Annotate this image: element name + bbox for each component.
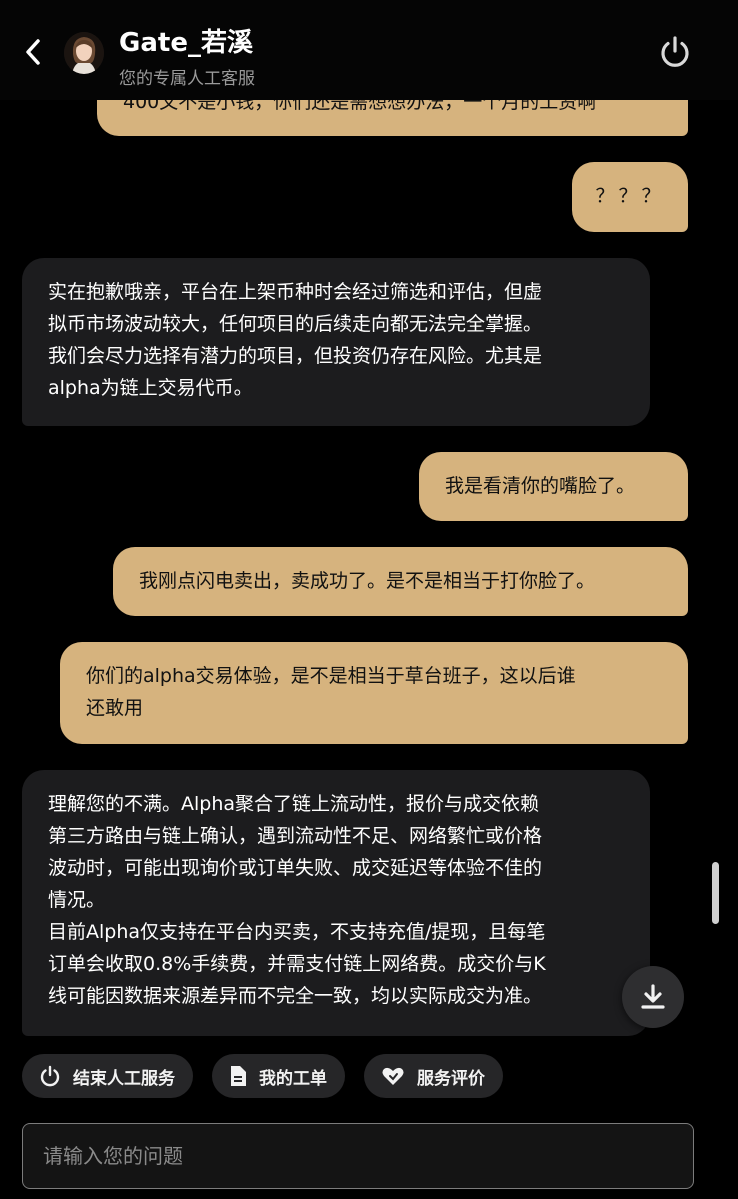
power-icon [661,36,689,67]
message-line: alpha为链上交易代币。 [48,377,253,399]
power-icon [40,1065,60,1087]
power-button[interactable] [655,32,695,72]
scrollbar-thumb[interactable] [712,862,719,924]
message-line: 目前Alpha仅支持在平台内买卖，不支持充值/提现，且每笔 [48,921,546,943]
message-line: 实在抱歉哦亲，平台在上架币种时会经过筛选和评估，但虚 [48,281,543,303]
message-line: 订单会收取0.8%手续费，并需支付链上网络费。成交价与K [48,953,546,975]
download-button[interactable] [622,966,684,1028]
message-line: 线可能因数据来源差异而不完全一致，均以实际成交为准。 [48,985,543,1007]
rate-service-button[interactable]: 服务评价 [364,1054,503,1098]
chat-header: Gate_若溪 您的专属人工客服 [0,0,738,100]
user-message: 你们的alpha交易体验，是不是相当于草台班子，这以后谁 还敢用 [60,642,688,744]
my-tickets-button[interactable]: 我的工单 [212,1054,345,1098]
agent-message: 实在抱歉哦亲，平台在上架币种时会经过筛选和评估，但虚 拟币市场波动较大，任何项目… [22,258,650,426]
rate-service-label: 服务评价 [417,1068,485,1089]
user-message: ？？？ [572,162,688,232]
my-tickets-label: 我的工单 [259,1068,327,1089]
message-line: 波动时，可能出现询价或订单失败、成交延迟等体验不佳的 [48,857,543,879]
agent-message: 理解您的不满。Alpha聚合了链上流动性，报价与成交依赖 第三方路由与链上确认，… [22,770,650,1036]
agent-avatar-icon [64,32,104,74]
download-icon [641,984,665,1009]
back-button[interactable] [18,34,48,70]
end-service-button[interactable]: 结束人工服务 [22,1054,193,1098]
message-line: 我刚点闪电卖出，卖成功了。是不是相当于打你脸了。 [139,570,596,592]
message-line: 你们的alpha交易体验，是不是相当于草台班子，这以后谁 [86,665,576,687]
message-line: 我是看清你的嘴脸了。 [445,475,636,497]
agent-name: Gate_若溪 [119,28,253,58]
message-line: ？？？ [595,185,665,207]
chat-area: 400文不是小钱，你们还是需想想办法，一个月的工资啊 ？？？ 实在抱歉哦亲，平台… [0,0,738,1199]
question-input-box [22,1123,694,1189]
question-input[interactable] [23,1124,693,1188]
avatar [64,32,104,74]
message-line: 我们会尽力选择有潜力的项目，但投资仍存在风险。尤其是 [48,345,543,367]
user-message: 我是看清你的嘴脸了。 [419,452,688,521]
message-line: 理解您的不满。Alpha聚合了链上流动性，报价与成交依赖 [48,793,540,815]
message-line: 情况。 [48,889,106,911]
document-icon [231,1066,246,1086]
quick-actions: 结束人工服务 我的工单 服务评价 [22,1054,503,1098]
user-message: 我刚点闪电卖出，卖成功了。是不是相当于打你脸了。 [113,547,688,616]
agent-subtitle: 您的专属人工客服 [119,69,255,89]
chevron-left-icon [26,39,40,65]
end-service-label: 结束人工服务 [73,1068,175,1089]
message-line: 拟币市场波动较大，任何项目的后续走向都无法完全掌握。 [48,313,543,335]
message-line: 还敢用 [86,697,144,719]
heart-hand-icon [382,1067,404,1085]
message-line: 第三方路由与链上确认，遇到流动性不足、网络繁忙或价格 [48,825,543,847]
